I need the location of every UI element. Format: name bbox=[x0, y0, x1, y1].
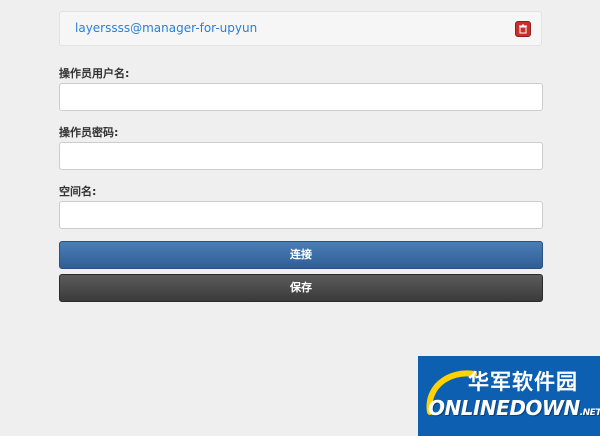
watermark-title: 华军软件园 bbox=[468, 370, 578, 394]
bucket-name-input[interactable] bbox=[59, 201, 543, 229]
watermark-suffix: .NET bbox=[579, 408, 600, 418]
operator-username-label: 操作员用户名: bbox=[59, 67, 130, 80]
operator-username-input[interactable] bbox=[59, 83, 543, 111]
watermark-brand: ONLINEDOWN.NET bbox=[428, 396, 600, 420]
watermark-logo: 华军软件园 ONLINEDOWN.NET bbox=[418, 356, 600, 436]
saved-account-item: layerssss@manager-for-upyun bbox=[59, 11, 542, 46]
trash-icon bbox=[519, 24, 527, 34]
connect-button[interactable]: 连接 bbox=[59, 241, 543, 269]
delete-account-button[interactable] bbox=[515, 21, 531, 37]
operator-password-input[interactable] bbox=[59, 142, 543, 170]
operator-password-label: 操作员密码: bbox=[59, 126, 119, 139]
save-button[interactable]: 保存 bbox=[59, 274, 543, 302]
bucket-name-label: 空间名: bbox=[59, 185, 97, 198]
saved-account-link[interactable]: layerssss@manager-for-upyun bbox=[75, 21, 257, 35]
watermark-brand-text: ONLINEDOWN bbox=[428, 396, 580, 420]
